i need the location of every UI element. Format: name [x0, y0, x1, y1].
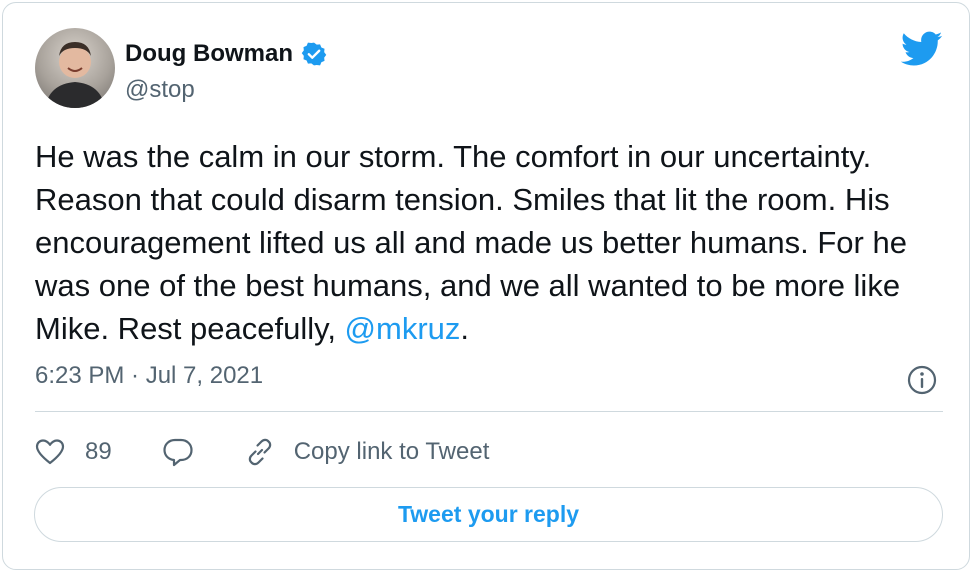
author-row: Doug Bowman	[125, 40, 327, 68]
tweet-your-reply-button[interactable]: Tweet your reply	[34, 487, 943, 542]
avatar[interactable]	[35, 28, 115, 108]
action-bar: 89 Copy link to Tweet	[35, 432, 489, 472]
like-count: 89	[85, 438, 112, 465]
like-button[interactable]: 89	[35, 438, 112, 466]
timestamp[interactable]: 6:23 PM · Jul 7, 2021	[35, 362, 263, 390]
tweet-body: He was the calm in our storm. The comfor…	[35, 139, 907, 346]
reply-bubble-icon	[163, 438, 193, 467]
tweet-text: He was the calm in our storm. The comfor…	[35, 135, 950, 350]
link-icon	[248, 438, 271, 466]
heart-icon	[35, 439, 65, 465]
author-name[interactable]: Doug Bowman	[125, 40, 293, 68]
copy-link-button[interactable]: Copy link to Tweet	[244, 436, 490, 468]
author-handle[interactable]: @stop	[125, 76, 195, 104]
twitter-bird-icon[interactable]	[901, 31, 943, 67]
mention-link[interactable]: @mkruz	[345, 311, 461, 346]
info-icon[interactable]	[906, 364, 938, 396]
verified-badge-icon	[301, 42, 327, 66]
copy-link-label: Copy link to Tweet	[293, 438, 490, 465]
tweet-body-end: .	[460, 311, 470, 346]
divider	[35, 411, 943, 412]
reply-button[interactable]	[162, 437, 194, 467]
tweet-card: Doug Bowman @stop He was the calm in our…	[2, 2, 970, 570]
